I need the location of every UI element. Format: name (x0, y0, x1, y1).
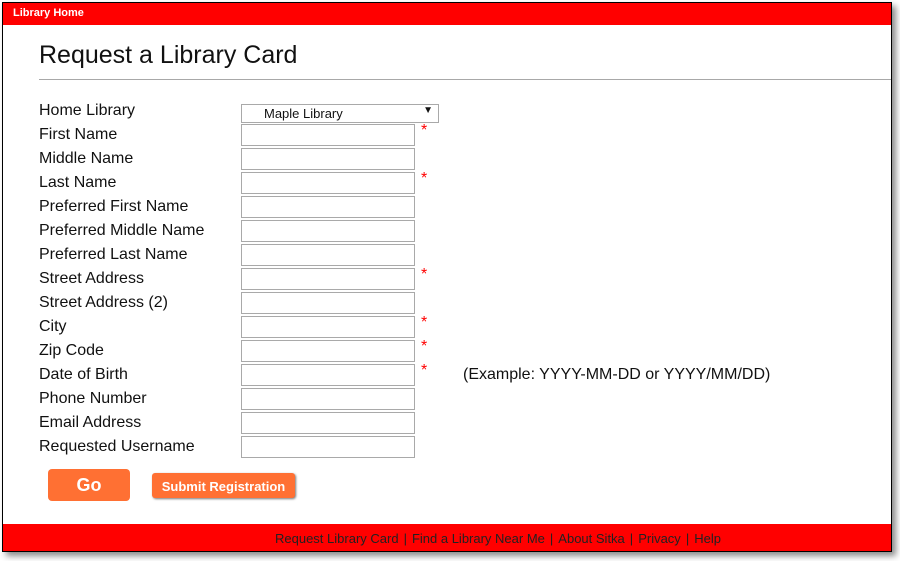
preferred-middle-name-input[interactable] (241, 220, 415, 242)
home-library-select[interactable]: Maple Library ▼ (241, 104, 439, 123)
preferred-first-name-row: Preferred First Name (39, 196, 839, 220)
submit-registration-button[interactable]: Submit Registration (152, 473, 295, 498)
footer-link-find-a-library-near-me[interactable]: Find a Library Near Me (412, 531, 545, 546)
middle-name-row: Middle Name (39, 148, 839, 172)
footer-link-request-library-card[interactable]: Request Library Card (275, 531, 399, 546)
preferred-last-name-row: Preferred Last Name (39, 244, 839, 268)
go-back-button[interactable]: Go Back (48, 469, 130, 525)
city-input[interactable] (241, 316, 415, 338)
phone-number-input[interactable] (241, 388, 415, 410)
preferred-middle-name-row: Preferred Middle Name (39, 220, 839, 244)
street-address-2-row: Street Address (2) (39, 292, 839, 316)
required-asterisk-icon: * (421, 362, 428, 379)
email-address-label: Email Address (39, 414, 142, 431)
phone-number-row: Phone Number (39, 388, 839, 412)
requested-username-row: Requested Username (39, 436, 839, 460)
library-home-link[interactable]: Library Home (13, 7, 84, 19)
city-row: City * (39, 314, 839, 340)
title-divider (39, 79, 891, 80)
date-of-birth-label: Date of Birth (39, 366, 128, 383)
required-asterisk-icon: * (421, 338, 428, 355)
street-address-row: Street Address * (39, 266, 839, 292)
date-of-birth-input[interactable] (241, 364, 415, 386)
required-asterisk-icon: * (421, 266, 428, 283)
footer-separator: | (403, 531, 407, 546)
zip-code-label: Zip Code (39, 342, 104, 359)
first-name-label: First Name (39, 126, 118, 143)
footer-link-about-sitka[interactable]: About Sitka (558, 531, 625, 546)
preferred-last-name-label: Preferred Last Name (39, 246, 188, 263)
required-asterisk-icon: * (421, 170, 428, 187)
browser-window: Library Home Request a Library Card Home… (2, 2, 892, 552)
requested-username-input[interactable] (241, 436, 415, 458)
first-name-row: First Name * (39, 122, 839, 148)
street-address-label: Street Address (39, 270, 144, 287)
zip-code-row: Zip Code * (39, 338, 839, 364)
middle-name-label: Middle Name (39, 150, 134, 167)
last-name-label: Last Name (39, 174, 117, 191)
requested-username-label: Requested Username (39, 438, 195, 455)
zip-code-input[interactable] (241, 340, 415, 362)
footer-bar: Request Library Card | Find a Library Near… (3, 524, 891, 551)
date-of-birth-hint: (Example: YYYY-MM-DD or YYYY/MM/DD) (463, 366, 771, 383)
footer-separator: | (629, 531, 634, 546)
footer-link-privacy[interactable]: Privacy (638, 531, 681, 546)
city-label: City (39, 318, 67, 335)
preferred-first-name-input[interactable] (241, 196, 415, 218)
preferred-last-name-input[interactable] (241, 244, 415, 266)
top-bar: Library Home (3, 3, 891, 25)
home-library-row: Home Library Maple Library ▼ (39, 100, 839, 124)
home-library-selected: Maple Library (264, 106, 343, 121)
required-asterisk-icon: * (421, 122, 428, 139)
page-title: Request a Library Card (39, 41, 298, 69)
email-address-input[interactable] (241, 412, 415, 434)
footer-link-help[interactable]: Help (694, 531, 721, 546)
footer-separator: | (549, 531, 554, 546)
date-of-birth-row: Date of Birth * (Example: YYYY-MM-DD or YY… (39, 362, 839, 388)
preferred-first-name-label: Preferred First Name (39, 198, 189, 215)
home-library-label: Home Library (39, 102, 136, 119)
first-name-input[interactable] (241, 124, 415, 146)
dropdown-arrow-icon: ▼ (423, 105, 433, 116)
last-name-row: Last Name * (39, 170, 839, 196)
street-address-2-label: Street Address (2) (39, 294, 168, 311)
last-name-input[interactable] (241, 172, 415, 194)
preferred-middle-name-label: Preferred Middle Name (39, 222, 205, 239)
email-address-row: Email Address (39, 412, 839, 436)
phone-number-label: Phone Number (39, 390, 147, 407)
middle-name-input[interactable] (241, 148, 415, 170)
footer-links: Request Library Card | Find a Library Near… (275, 531, 721, 546)
footer-separator: | (685, 531, 690, 546)
street-address-2-input[interactable] (241, 292, 415, 314)
required-asterisk-icon: * (421, 314, 428, 331)
street-address-input[interactable] (241, 268, 415, 290)
